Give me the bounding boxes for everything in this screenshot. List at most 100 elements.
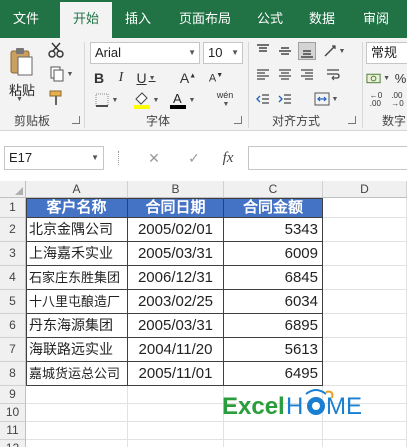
table-cell[interactable]: 5613 (224, 338, 323, 362)
cell[interactable] (323, 266, 407, 290)
row-header-6[interactable]: 6 (0, 314, 26, 338)
font-launcher[interactable] (234, 116, 242, 124)
increase-indent-button[interactable] (276, 90, 294, 108)
table-cell[interactable]: 2005/11/01 (128, 362, 224, 386)
table-header-cell[interactable]: 合同金额 (224, 198, 323, 218)
table-cell[interactable]: 2005/03/31 (128, 314, 224, 338)
cell[interactable] (26, 422, 128, 440)
shrink-font-button[interactable]: A▼ (204, 68, 228, 88)
select-all-corner[interactable] (0, 181, 26, 198)
cell[interactable] (128, 440, 224, 447)
table-cell[interactable]: 2006/12/31 (128, 266, 224, 290)
table-cell[interactable]: 6895 (224, 314, 323, 338)
align-bottom-button[interactable] (298, 42, 316, 60)
formula-bar-grip[interactable] (118, 151, 120, 165)
orientation-button[interactable]: ▼ (320, 42, 348, 60)
table-cell[interactable]: 嘉城货运总公司 (26, 362, 128, 386)
tab-data[interactable]: 数据 (298, 0, 346, 38)
cell[interactable] (323, 338, 407, 362)
cell[interactable] (128, 404, 224, 422)
decrease-decimal-button[interactable]: .00 →0 (388, 90, 407, 110)
table-cell[interactable]: 2005/02/01 (128, 218, 224, 242)
row-header-2[interactable]: 2 (0, 218, 26, 242)
table-header-cell[interactable]: 客户名称 (26, 198, 128, 218)
row-header-5[interactable]: 5 (0, 290, 26, 314)
table-cell[interactable]: 2005/03/31 (128, 242, 224, 266)
tab-page-layout[interactable]: 页面布局 (170, 0, 240, 38)
tab-home[interactable]: 开始 (60, 2, 112, 38)
table-cell[interactable]: 石家庄东胜集团 (26, 266, 128, 290)
row-header-4[interactable]: 4 (0, 266, 26, 290)
align-center-button[interactable] (276, 66, 294, 84)
alignment-launcher[interactable] (348, 116, 356, 124)
cell[interactable] (224, 422, 323, 440)
table-cell[interactable]: 5343 (224, 218, 323, 242)
table-cell[interactable]: 2003/02/25 (128, 290, 224, 314)
row-header-9[interactable]: 9 (0, 386, 26, 404)
row-header-3[interactable]: 3 (0, 242, 26, 266)
table-cell[interactable]: 6034 (224, 290, 323, 314)
font-name-dropdown[interactable]: Arial ▼ (90, 42, 200, 64)
cell[interactable] (323, 242, 407, 266)
align-middle-button[interactable] (276, 42, 294, 60)
table-cell[interactable]: 6009 (224, 242, 323, 266)
tab-review[interactable]: 审阅 (352, 0, 400, 38)
table-header-cell[interactable]: 合同日期 (128, 198, 224, 218)
row-header-7[interactable]: 7 (0, 338, 26, 362)
align-top-button[interactable] (254, 42, 272, 60)
table-cell[interactable]: 丹东海源集团 (26, 314, 128, 338)
row-header-11[interactable]: 11 (0, 422, 26, 440)
cell[interactable] (128, 386, 224, 404)
formula-input[interactable] (248, 146, 407, 170)
enter-button[interactable]: ✓ (180, 146, 208, 170)
insert-function-button[interactable]: fx (214, 146, 242, 170)
cell[interactable] (323, 218, 407, 242)
font-size-dropdown[interactable]: 10 ▼ (203, 42, 243, 64)
cell[interactable] (323, 362, 407, 386)
cell[interactable] (323, 422, 407, 440)
italic-button[interactable]: I (112, 68, 130, 88)
table-cell[interactable]: 6495 (224, 362, 323, 386)
column-header-c[interactable]: C (224, 181, 323, 198)
currency-button[interactable]: ▼ (366, 68, 390, 88)
fill-color-button[interactable]: ▼ (130, 90, 162, 110)
table-cell[interactable]: 十八里屯酿造厂 (26, 290, 128, 314)
cell[interactable] (323, 314, 407, 338)
percent-button[interactable]: % (394, 68, 407, 88)
paste-dropdown-arrow[interactable]: ▼ (16, 96, 23, 103)
name-box[interactable]: E17 ▼ (4, 146, 104, 170)
row-header-8[interactable]: 8 (0, 362, 26, 386)
align-left-button[interactable] (254, 66, 272, 84)
cell[interactable] (128, 422, 224, 440)
number-format-dropdown[interactable]: 常规 (366, 42, 407, 64)
format-painter-button[interactable] (46, 88, 66, 108)
table-cell[interactable]: 北京金隅公司 (26, 218, 128, 242)
decrease-indent-button[interactable] (254, 90, 272, 108)
align-right-button[interactable] (298, 66, 316, 84)
cell[interactable] (26, 386, 128, 404)
cut-button[interactable] (46, 40, 66, 60)
column-header-a[interactable]: A (26, 181, 128, 198)
row-header-10[interactable]: 10 (0, 404, 26, 422)
clipboard-launcher[interactable] (72, 116, 80, 124)
bold-button[interactable]: B (90, 68, 108, 88)
cell[interactable] (26, 404, 128, 422)
copy-button[interactable]: ▼ (46, 64, 76, 84)
table-cell[interactable]: 上海嘉禾实业 (26, 242, 128, 266)
increase-decimal-button[interactable]: ←0.00 (366, 90, 386, 110)
border-button[interactable]: ▼ (90, 90, 122, 110)
merge-button[interactable]: ▼ (310, 90, 342, 108)
cell[interactable] (323, 198, 407, 218)
row-header-12[interactable]: 12 (0, 440, 26, 447)
cell[interactable] (26, 440, 128, 447)
cancel-button[interactable]: ✕ (140, 146, 168, 170)
row-header-1[interactable]: 1 (0, 198, 26, 218)
underline-button[interactable]: U ▼ (132, 68, 160, 88)
table-cell[interactable]: 6845 (224, 266, 323, 290)
tab-insert[interactable]: 插入 (114, 0, 162, 38)
table-cell[interactable]: 海联路远实业 (26, 338, 128, 362)
cell[interactable] (323, 290, 407, 314)
column-header-d[interactable]: D (323, 181, 407, 198)
column-header-b[interactable]: B (128, 181, 224, 198)
tab-file[interactable]: 文件 (0, 0, 52, 38)
